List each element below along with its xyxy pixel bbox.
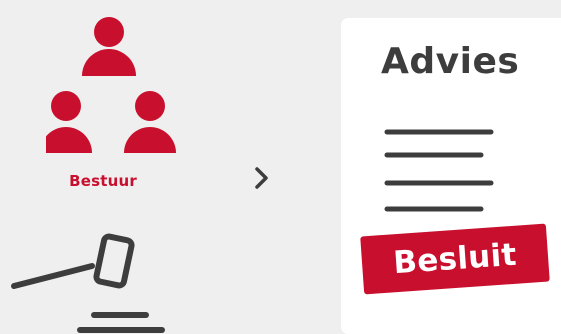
besluit-label: Besluit (392, 236, 518, 281)
people-group-icon (46, 17, 176, 153)
chevron-right-icon (255, 167, 268, 189)
illustration-canvas: Bestuur Advies Besluit (0, 0, 561, 334)
gavel-icon (11, 233, 165, 333)
text-lines-icon (384, 129, 494, 212)
bestuur-label: Bestuur (69, 172, 137, 190)
advies-title: Advies (381, 41, 520, 82)
